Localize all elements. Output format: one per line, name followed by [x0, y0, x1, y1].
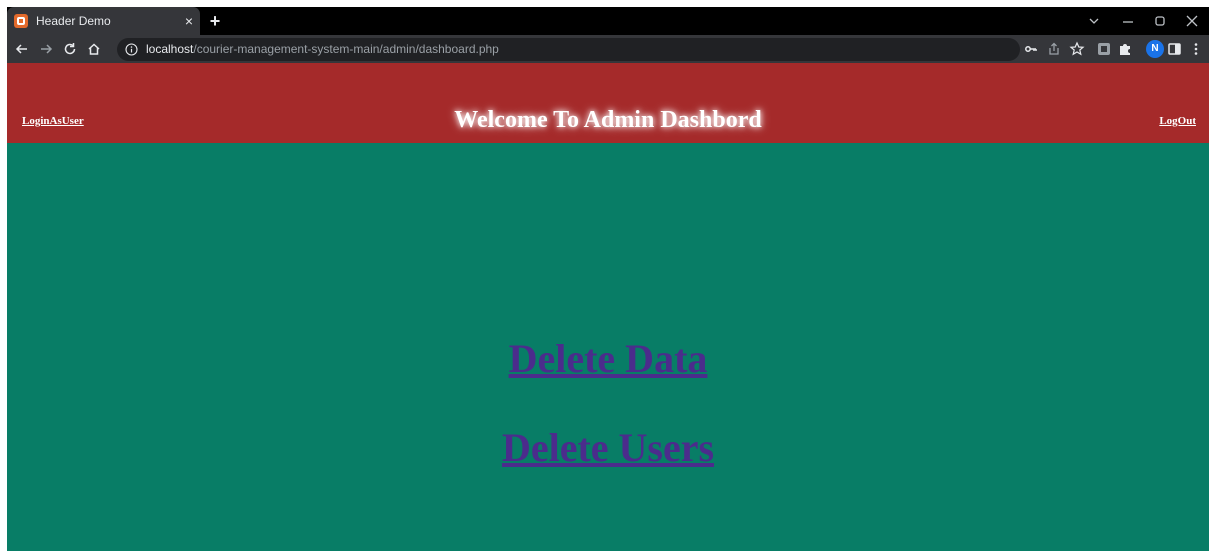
favicon-icon [14, 14, 28, 28]
minimize-icon[interactable] [1113, 11, 1143, 31]
side-panel-icon-box[interactable] [1167, 40, 1183, 58]
browser-tab[interactable]: Header Demo × [7, 7, 200, 35]
tab-strip: Header Demo × + [7, 7, 1209, 35]
delete-users-link[interactable]: Delete Users [502, 425, 714, 470]
forward-icon[interactable] [37, 40, 55, 58]
browser-window: Header Demo × + localhost/courier-manage… [7, 7, 1209, 551]
profile-avatar[interactable]: N [1146, 40, 1164, 58]
url-path: /courier-management-system-main/admin/da… [193, 42, 499, 56]
delete-data-link[interactable]: Delete Data [509, 336, 708, 381]
tab-close-icon[interactable]: × [181, 13, 197, 29]
puzzle-icon[interactable] [1116, 40, 1134, 58]
menu-icon[interactable] [1187, 40, 1205, 58]
info-icon[interactable] [125, 43, 138, 56]
logout-link[interactable]: LogOut [1159, 115, 1196, 127]
delete-data-row: Delete Data [7, 335, 1209, 382]
key-icon[interactable] [1022, 40, 1040, 58]
delete-users-row: Delete Users [7, 424, 1209, 471]
page-viewport: LoginAsUser Welcome To Admin Dashbord Lo… [7, 63, 1209, 551]
address-bar[interactable]: localhost/courier-management-system-main… [117, 38, 1020, 61]
dashboard-header: LoginAsUser Welcome To Admin Dashbord Lo… [7, 63, 1209, 143]
star-icon[interactable] [1068, 40, 1086, 58]
restore-icon[interactable] [1145, 11, 1175, 31]
url-text: localhost/courier-management-system-main… [146, 42, 499, 57]
tab-title: Header Demo [36, 14, 111, 28]
tab-search-icon[interactable] [1079, 11, 1109, 31]
close-icon[interactable] [1177, 11, 1207, 31]
home-icon[interactable] [85, 40, 103, 58]
new-tab-button[interactable]: + [206, 12, 224, 30]
browser-toolbar: localhost/courier-management-system-main… [7, 35, 1209, 63]
reload-icon[interactable] [61, 40, 79, 58]
page-title: Welcome To Admin Dashbord [454, 107, 762, 133]
back-icon[interactable] [13, 40, 31, 58]
extension-icon[interactable] [1095, 40, 1113, 58]
share-icon[interactable] [1045, 40, 1063, 58]
url-host: localhost [146, 42, 194, 56]
